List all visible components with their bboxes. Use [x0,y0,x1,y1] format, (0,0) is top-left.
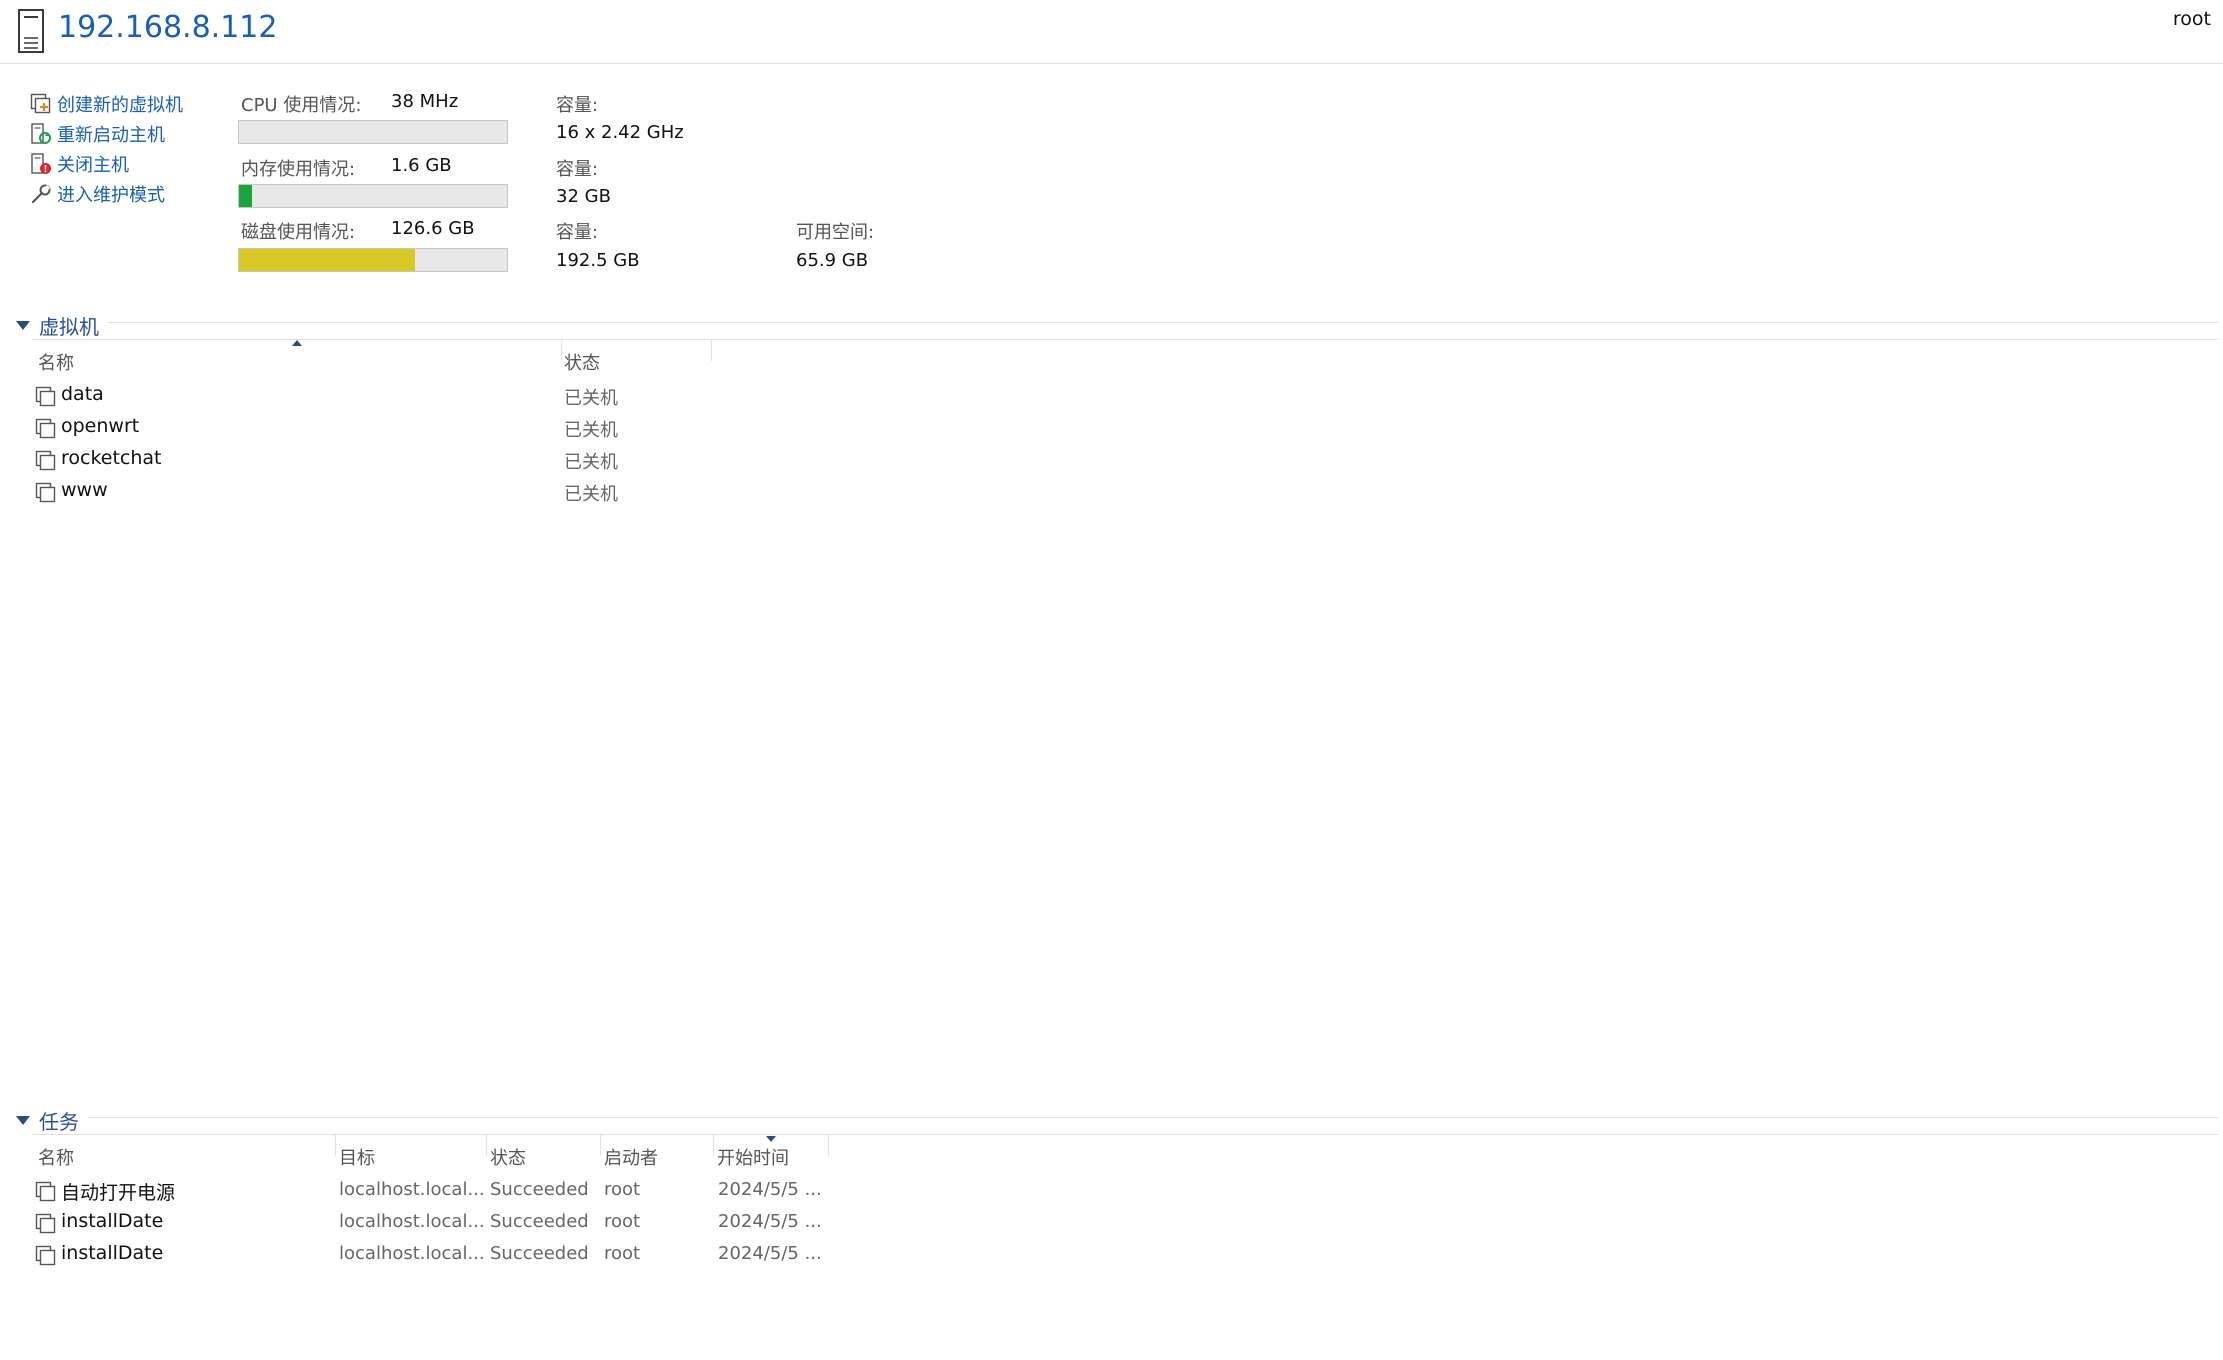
task-target[interactable]: localhost.local... [339,1211,485,1232]
vm-name[interactable]: rocketchat [61,447,162,469]
vm-name[interactable]: data [61,383,104,405]
vm-section-title: 虚拟机 [39,315,99,339]
shutdown-host-action[interactable]: 关闭主机 [30,151,129,177]
column-divider[interactable] [713,1134,714,1156]
task-icon [35,1245,56,1266]
task-icon [35,1181,56,1202]
tasks-header-divider [32,1134,2218,1135]
cpu-usage-bar [238,120,508,144]
create-vm-action[interactable]: 创建新的虚拟机 [30,91,183,117]
reboot-host-icon [31,123,51,144]
task-column-status[interactable]: 状态 [490,1144,526,1170]
task-status: Succeeded [490,1179,589,1200]
task-start-time: 2024/5/5 ... [718,1211,822,1232]
memory-capacity-label: 容量: [556,159,599,180]
vm-row[interactable]: openwrt 已关机 [35,413,715,443]
task-row[interactable]: installDate localhost.local... Succeeded… [35,1208,835,1238]
column-divider[interactable] [335,1134,336,1156]
memory-usage-label: 内存使用情况: [241,159,356,180]
vm-icon [35,482,56,503]
column-divider[interactable] [711,339,712,361]
maintenance-mode-label: 进入维护模式 [57,185,165,206]
disk-usage-bar [238,248,508,272]
disk-usage-label: 磁盘使用情况: [241,222,356,243]
task-initiator: root [604,1243,641,1264]
vm-icon [35,386,56,407]
vm-state: 已关机 [564,452,618,473]
disk-usage-fill [239,249,416,271]
task-start-time: 2024/5/5 ... [718,1179,822,1200]
vm-row[interactable]: data 已关机 [35,381,715,411]
tasks-section-title: 任务 [39,1110,79,1134]
memory-usage-bar [238,184,508,208]
reboot-host-action[interactable]: 重新启动主机 [30,121,165,147]
cpu-capacity-value: 16 x 2.42 GHz [556,122,684,143]
vm-state: 已关机 [564,420,618,441]
reboot-host-label: 重新启动主机 [57,125,165,146]
memory-capacity-value: 32 GB [556,186,611,207]
vm-name[interactable]: openwrt [61,415,139,437]
vm-icon [35,450,56,471]
column-divider[interactable] [600,1134,601,1156]
vm-section-toggle[interactable]: 虚拟机 [16,311,99,340]
task-target[interactable]: localhost.local... [339,1243,485,1264]
task-column-start-time[interactable]: 开始时间 [717,1144,789,1170]
header-divider [0,63,2223,64]
vm-icon [35,418,56,439]
column-divider[interactable] [486,1134,487,1156]
task-column-initiator[interactable]: 启动者 [604,1144,658,1170]
vm-column-state[interactable]: 状态 [564,349,600,375]
disk-usage-value: 126.6 GB [391,218,475,239]
vm-state: 已关机 [564,388,618,409]
vm-section-divider [108,322,2218,323]
cpu-usage-value: 38 MHz [391,91,459,112]
disk-free-label: 可用空间: [796,222,875,243]
tasks-section-divider [88,1117,2218,1118]
vm-column-name[interactable]: 名称 [38,349,74,375]
cpu-usage-label: CPU 使用情况: [241,95,362,116]
wrench-icon [31,184,51,204]
vm-state: 已关机 [564,484,618,505]
task-column-name[interactable]: 名称 [38,1144,74,1170]
host-title: 192.168.8.112 [58,10,278,45]
task-target[interactable]: localhost.local... [339,1179,485,1200]
shutdown-host-label: 关闭主机 [57,155,129,176]
user-name[interactable]: root [2173,8,2211,30]
task-initiator: root [604,1211,641,1232]
task-row[interactable]: installDate localhost.local... Succeeded… [35,1240,835,1270]
create-vm-label: 创建新的虚拟机 [57,95,183,116]
cpu-capacity-label: 容量: [556,95,599,116]
task-name: 自动打开电源 [61,1182,176,1204]
column-divider[interactable] [828,1134,829,1156]
disk-free-value: 65.9 GB [796,250,869,271]
column-divider[interactable] [561,339,562,361]
task-status: Succeeded [490,1243,589,1264]
sort-ascending-icon [292,340,302,346]
task-name: installDate [61,1210,164,1232]
vm-row[interactable]: www 已关机 [35,477,715,507]
vm-header-divider [32,339,2218,340]
disk-capacity-value: 192.5 GB [556,250,640,271]
task-start-time: 2024/5/5 ... [718,1243,822,1264]
shutdown-host-icon [31,153,51,174]
vm-name[interactable]: www [61,479,108,501]
task-icon [35,1213,56,1234]
sort-descending-icon [766,1136,776,1142]
collapse-icon [16,1116,30,1125]
task-column-target[interactable]: 目标 [339,1144,375,1170]
task-row[interactable]: 自动打开电源 localhost.local... Succeeded root… [35,1176,835,1206]
disk-capacity-label: 容量: [556,222,599,243]
task-name: installDate [61,1242,164,1264]
vm-row[interactable]: rocketchat 已关机 [35,445,715,475]
server-icon [18,9,44,53]
tasks-section-toggle[interactable]: 任务 [16,1106,79,1135]
memory-usage-value: 1.6 GB [391,155,452,176]
task-status: Succeeded [490,1211,589,1232]
maintenance-mode-action[interactable]: 进入维护模式 [30,181,165,207]
memory-usage-fill [239,185,253,207]
collapse-icon [16,321,30,330]
create-vm-icon [30,93,51,114]
task-initiator: root [604,1179,641,1200]
